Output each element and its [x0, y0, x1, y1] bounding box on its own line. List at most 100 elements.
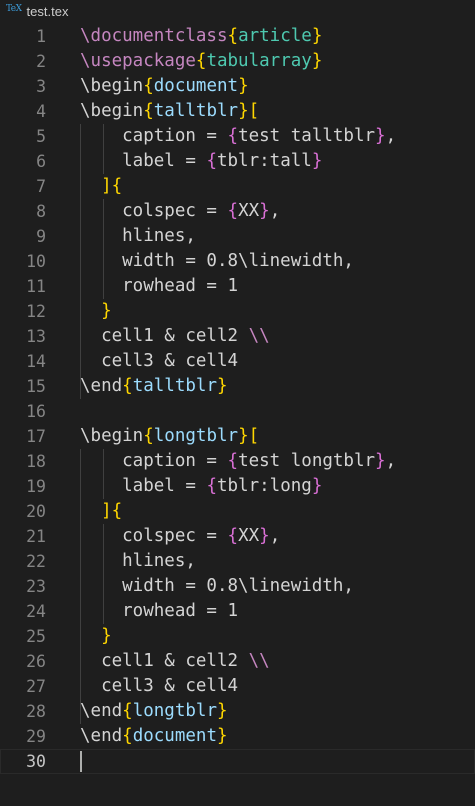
line-number: 6 — [36, 152, 46, 171]
line-code: cell3 & cell4 — [80, 349, 238, 374]
code-line[interactable]: 29 \end{document} — [0, 724, 475, 749]
code-token: , — [269, 201, 281, 221]
code-token: \begin — [80, 76, 144, 96]
code-line[interactable]: 6 label = {tblr:tall} — [0, 149, 475, 174]
code-token: \end — [80, 701, 123, 721]
code-token: } — [217, 701, 228, 721]
code-line[interactable]: 20 ]{ — [0, 499, 475, 524]
code-token: [ — [248, 101, 260, 121]
code-token: { — [206, 151, 217, 171]
line-number: 9 — [36, 227, 46, 246]
line-code: cell1 & cell2 \\ — [80, 649, 270, 674]
line-code: \begin{talltblr}[ — [80, 99, 259, 124]
code-token: cell1 & cell2 — [80, 651, 249, 671]
line-number: 3 — [36, 77, 46, 96]
line-number: 20 — [26, 502, 46, 521]
code-line[interactable]: 26 cell1 & cell2 \\ — [0, 649, 475, 674]
line-number: 23 — [26, 577, 46, 596]
code-token: \end — [80, 376, 123, 396]
code-token: } — [238, 76, 249, 96]
code-token: cell3 & cell4 — [80, 676, 239, 696]
code-token: document — [132, 726, 217, 746]
code-token: label = — [80, 476, 207, 496]
code-line[interactable]: 21 colspec = {XX}, — [0, 524, 475, 549]
code-line[interactable]: 27 cell3 & cell4 — [0, 674, 475, 699]
code-token: { — [227, 126, 239, 146]
code-token: , — [269, 526, 281, 546]
code-line[interactable]: 5 caption = {test talltblr}, — [0, 124, 475, 149]
code-token: } — [375, 451, 386, 471]
line-code: \begin{document} — [80, 74, 249, 99]
code-token: } — [375, 126, 386, 146]
code-token: , — [385, 126, 397, 146]
code-line[interactable]: 18 caption = {test longtblr}, — [0, 449, 475, 474]
code-line[interactable]: 11 rowhead = 1 — [0, 274, 475, 299]
code-token: longtblr — [132, 701, 217, 721]
line-number: 22 — [26, 552, 46, 571]
line-number: 21 — [26, 527, 46, 546]
code-token: \begin — [80, 101, 144, 121]
code-token: { — [227, 451, 239, 471]
line-number: 13 — [26, 327, 46, 346]
line-code: ]{ — [80, 174, 122, 199]
code-token: longtblr — [153, 426, 239, 446]
text-cursor — [80, 751, 82, 772]
tab-test-tex[interactable]: TeX test.tex — [0, 0, 78, 22]
code-line[interactable]: 12 } — [0, 299, 475, 324]
code-line[interactable]: 7 ]{ — [0, 174, 475, 199]
line-number: 29 — [26, 727, 46, 746]
line-code: colspec = {XX}, — [80, 199, 280, 224]
code-token: width = 0.8\linewidth, — [80, 251, 354, 271]
code-token: width = 0.8\linewidth, — [80, 576, 354, 596]
line-code: colspec = {XX}, — [80, 524, 280, 549]
line-number: 19 — [26, 477, 46, 496]
code-token: } — [311, 476, 323, 496]
code-line[interactable]: 4 \begin{talltblr}[ — [0, 99, 475, 124]
line-code: caption = {test longtblr}, — [80, 449, 396, 474]
code-token: { — [227, 201, 239, 221]
code-token: { — [143, 101, 154, 121]
code-line[interactable]: 24 rowhead = 1 — [0, 599, 475, 624]
code-line[interactable]: 16 — [0, 399, 475, 424]
code-line[interactable]: 25 } — [0, 624, 475, 649]
line-code: width = 0.8\linewidth, — [80, 249, 354, 274]
code-token: } — [238, 101, 249, 121]
code-token: test longtblr — [238, 451, 376, 471]
code-token: tblr:long — [216, 476, 312, 496]
code-token: document — [153, 76, 239, 96]
code-token: tabularray — [206, 51, 312, 71]
line-code: \documentclass{article} — [80, 24, 322, 49]
code-line[interactable]: 3 \begin{document} — [0, 74, 475, 99]
code-token: { — [122, 726, 133, 746]
code-token: } — [311, 26, 323, 46]
code-line[interactable]: 17 \begin{longtblr}[ — [0, 424, 475, 449]
code-line[interactable]: 8 colspec = {XX}, — [0, 199, 475, 224]
code-line[interactable]: 14 cell3 & cell4 — [0, 349, 475, 374]
code-line[interactable]: 30 — [0, 749, 475, 774]
line-code: caption = {test talltblr}, — [80, 124, 396, 149]
code-line[interactable]: 22 hlines, — [0, 549, 475, 574]
line-number: 17 — [26, 427, 46, 446]
code-token: \end — [80, 726, 123, 746]
code-line[interactable]: 1 \documentclass{article} — [0, 24, 475, 49]
code-token: \usepackage — [80, 51, 196, 71]
line-number: 10 — [26, 252, 46, 271]
code-line[interactable]: 28 \end{longtblr} — [0, 699, 475, 724]
code-token: hlines, — [80, 226, 196, 246]
tex-file-icon: TeX — [6, 4, 22, 14]
code-token: } — [238, 426, 249, 446]
line-code: rowhead = 1 — [80, 599, 238, 624]
code-line[interactable]: 10 width = 0.8\linewidth, — [0, 249, 475, 274]
code-line[interactable]: 13 cell1 & cell2 \\ — [0, 324, 475, 349]
code-editor[interactable]: 1 \documentclass{article} 2 \usepackage{tab… — [0, 24, 475, 806]
code-line[interactable]: 2 \usepackage{tabularray} — [0, 49, 475, 74]
code-line[interactable]: 19 label = {tblr:long} — [0, 474, 475, 499]
code-line[interactable]: 23 width = 0.8\linewidth, — [0, 574, 475, 599]
code-line[interactable]: 15 \end{talltblr} — [0, 374, 475, 399]
code-token: { — [143, 426, 154, 446]
code-token: { — [143, 76, 154, 96]
code-token: \documentclass — [80, 26, 228, 46]
code-line[interactable]: 9 hlines, — [0, 224, 475, 249]
